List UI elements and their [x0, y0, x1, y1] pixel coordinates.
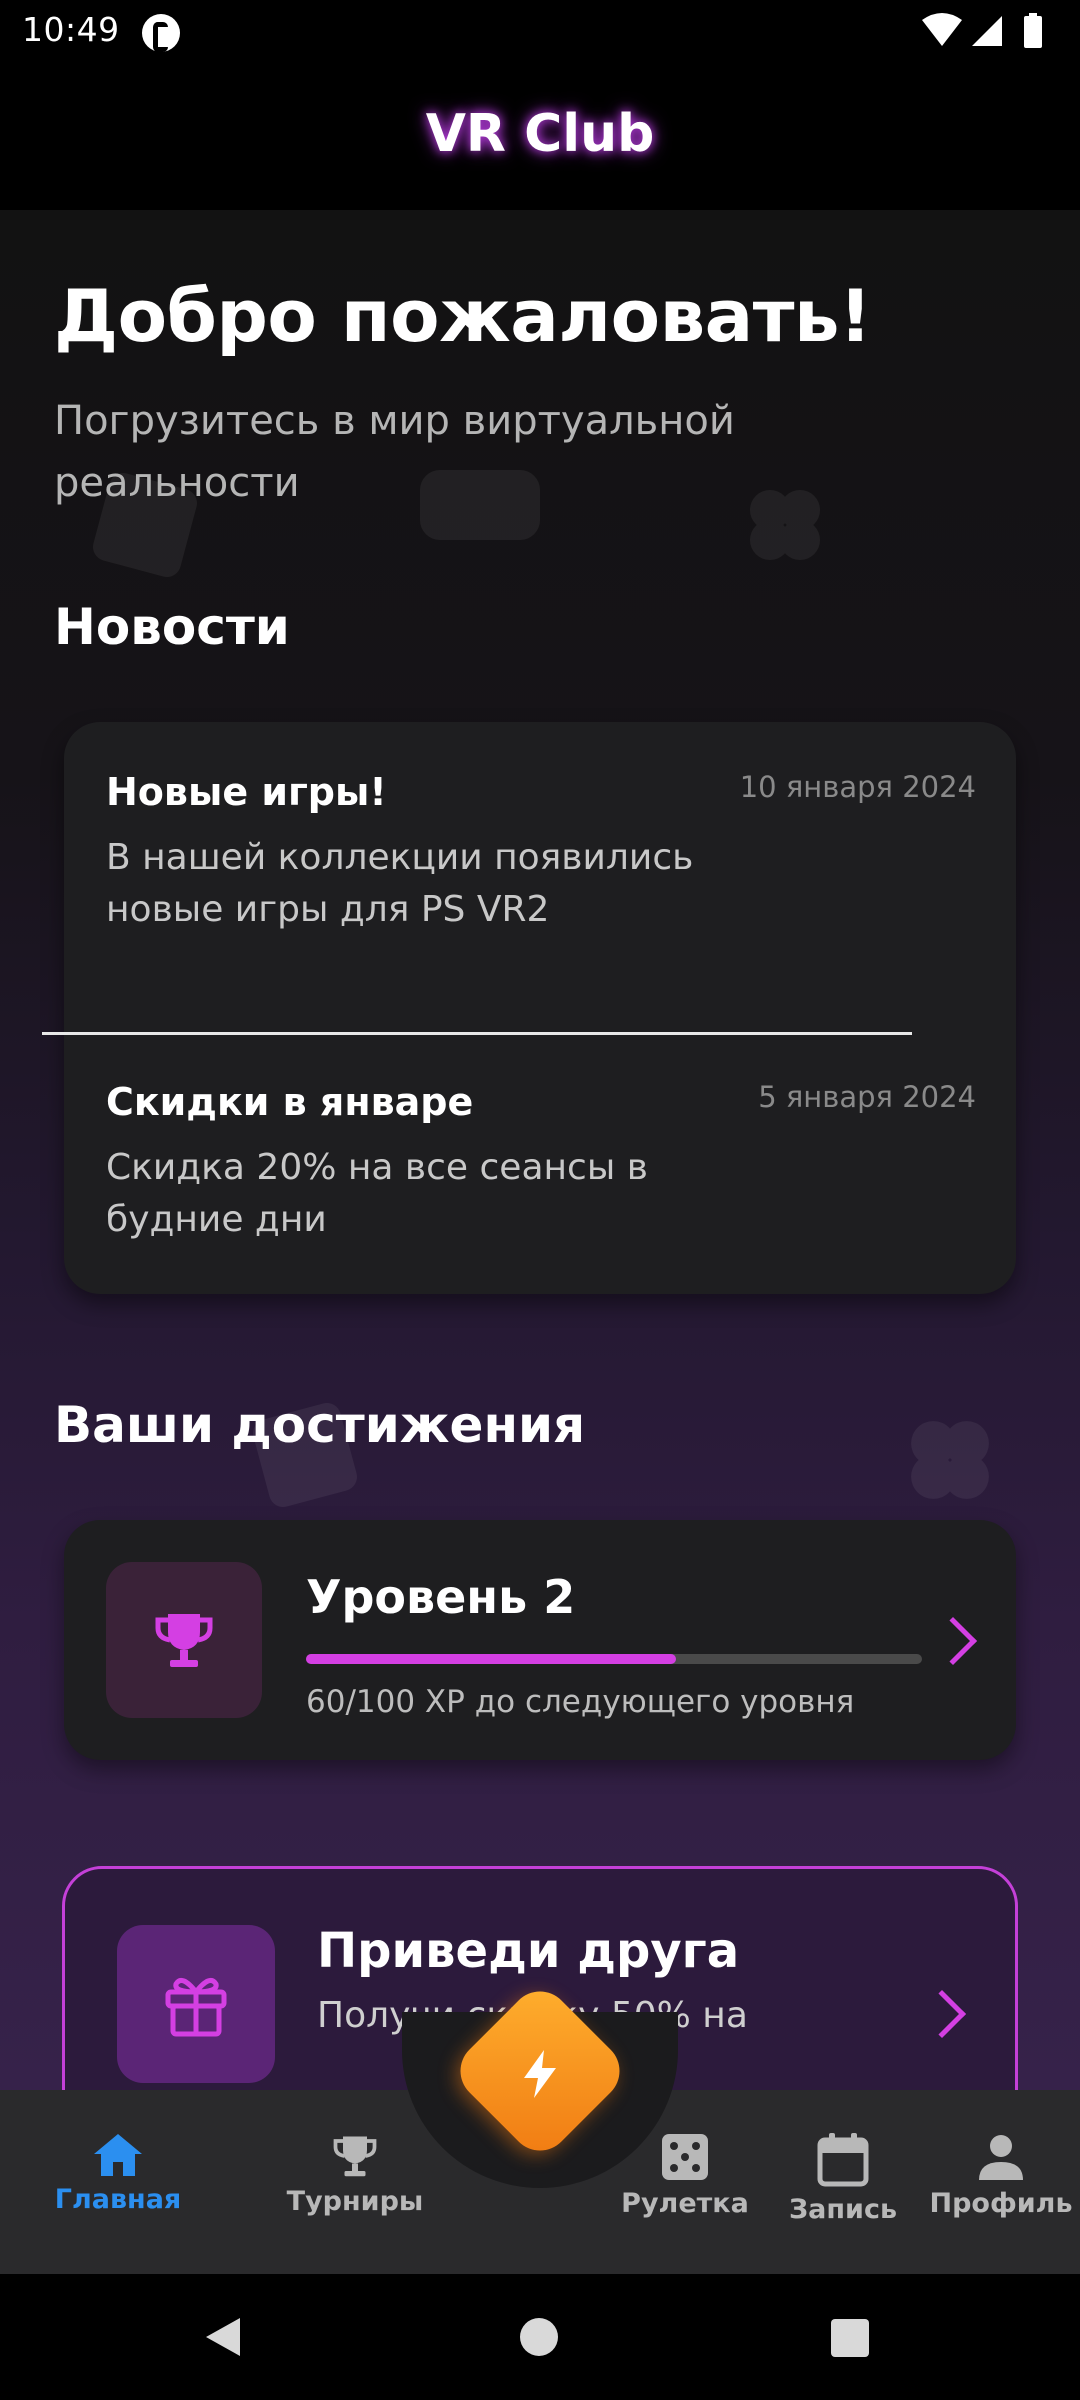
recents-icon[interactable] [830, 2318, 870, 2358]
lightning-icon [524, 2050, 556, 2098]
nav-item-profile[interactable]: Профиль [916, 2132, 1080, 2219]
home-scroll-content[interactable]: Добро пожаловать! Погрузитесь в мир вирт… [0, 210, 1080, 2090]
trophy-icon [155, 1614, 213, 1667]
gift-icon-tile [117, 1925, 275, 2083]
nav-label: Запись [788, 2194, 898, 2225]
notification-app-icon [142, 14, 180, 52]
news-divider [42, 1032, 912, 1035]
calendar-icon [817, 2133, 869, 2187]
achievements-section-title: Ваши достижения [54, 1396, 586, 1454]
level-icon-tile [106, 1562, 262, 1718]
news-item-body: Скидка 20% на все сеансы в будние дни [106, 1147, 648, 1240]
person-icon [979, 2135, 1023, 2180]
nav-item-roulette[interactable]: Рулетка [600, 2132, 770, 2219]
nav-item-home[interactable]: Главная [33, 2132, 203, 2215]
status-bar: 10:49 [0, 0, 1080, 66]
nav-item-tournaments[interactable]: Турниры [270, 2132, 440, 2217]
gift-icon [165, 1977, 227, 2037]
news-item[interactable]: Новые игры! 10 января 2024 В нашей колле… [106, 770, 976, 936]
level-progress-bar [306, 1654, 922, 1664]
battery-icon [1024, 13, 1042, 48]
level-xp-text: 60/100 XP до следующего уровня [306, 1684, 855, 1720]
system-status-icons [922, 13, 1042, 48]
news-item-date: 10 января 2024 [739, 770, 976, 804]
news-section-title: Новости [54, 598, 290, 656]
top-app-bar: VR Club [0, 66, 1080, 210]
system-navigation-bar [0, 2274, 1080, 2400]
home-circle-icon[interactable] [518, 2316, 560, 2358]
decor-clover-icon [911, 1421, 989, 1499]
level-progress-card[interactable]: Уровень 2 60/100 XP до следующего уровня [64, 1520, 1016, 1760]
app-title: VR Club [425, 104, 655, 164]
nav-label: Главная [54, 2184, 182, 2215]
news-item[interactable]: Скидки в январе 5 января 2024 Скидка 20%… [106, 1080, 976, 1246]
nav-label: Профиль [929, 2188, 1073, 2219]
nav-label: Турниры [286, 2186, 424, 2217]
home-icon [94, 2134, 142, 2176]
news-card: Новые игры! 10 января 2024 В нашей колле… [64, 722, 1016, 1294]
wifi-icon [922, 13, 962, 46]
referral-title: Приведи друга [317, 1923, 740, 1979]
level-label: Уровень 2 [306, 1570, 576, 1624]
status-time: 10:49 [22, 10, 120, 49]
nav-label: Рулетка [621, 2188, 749, 2219]
back-icon[interactable] [200, 2314, 246, 2360]
chevron-right-icon [917, 1989, 967, 2039]
welcome-subtitle: Погрузитесь в мир виртуальной реальности [54, 398, 735, 506]
nav-item-booking[interactable]: Запись [758, 2132, 928, 2225]
trophy-icon [333, 2136, 377, 2177]
chevron-right-icon [928, 1616, 978, 1666]
level-progress-fill [306, 1654, 676, 1664]
welcome-title: Добро пожаловать! [54, 274, 872, 358]
news-item-date: 5 января 2024 [758, 1080, 976, 1114]
news-item-body: В нашей коллекции появились новые игры д… [106, 837, 694, 930]
dice-icon [662, 2134, 708, 2180]
signal-icon [972, 16, 1002, 46]
